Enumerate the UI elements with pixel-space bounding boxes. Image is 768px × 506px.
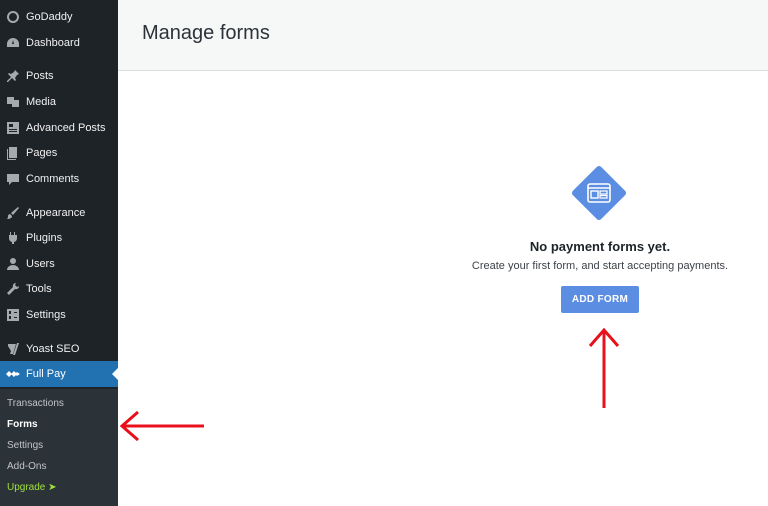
submenu-item-transactions[interactable]: Transactions [7, 398, 64, 409]
fullpay-icon [6, 367, 20, 381]
brush-icon [6, 206, 20, 220]
sidebar-item-users[interactable]: Users [0, 251, 118, 277]
sidebar-item-label: Users [26, 258, 55, 270]
sidebar-item-label: Comments [26, 173, 80, 185]
page-header: Manage forms [118, 0, 768, 71]
wrench-icon [6, 282, 20, 296]
sidebar-item-yoast-seo[interactable]: Yoast SEO [0, 336, 118, 362]
sidebar-item-label: GoDaddy [26, 11, 73, 23]
godaddy-logo-icon [6, 10, 20, 24]
sidebar-item-label: Yoast SEO [26, 343, 80, 355]
sidebar-item-label: Advanced Posts [26, 122, 106, 134]
sidebar-item-label: Dashboard [26, 37, 80, 49]
sidebar-item-plugins[interactable]: Plugins [0, 225, 118, 251]
pin-icon [6, 69, 20, 83]
submenu-item-add-ons[interactable]: Add-Ons [7, 461, 46, 472]
sidebar-item-tools[interactable]: Tools [0, 276, 118, 302]
dashboard-icon [6, 36, 20, 50]
sidebar-item-advanced-posts[interactable]: Advanced Posts [0, 115, 118, 141]
page-title: Manage forms [142, 22, 270, 44]
sidebar-item-full-pay[interactable]: Full Pay [0, 361, 118, 387]
settings-icon [6, 308, 20, 322]
sidebar-item-godaddy[interactable]: GoDaddy [0, 4, 118, 30]
form-icon [587, 183, 611, 203]
admin-sidebar: GoDaddy Dashboard Posts Media Advanced P… [0, 0, 118, 506]
submenu-item-forms[interactable]: Forms [7, 419, 38, 430]
sidebar-item-label: Appearance [26, 207, 86, 219]
sidebar-item-pages[interactable]: Pages [0, 140, 118, 166]
sidebar-item-dashboard[interactable]: Dashboard [0, 30, 118, 56]
yoast-icon [6, 342, 20, 356]
sidebar-item-settings[interactable]: Settings [0, 302, 118, 328]
advanced-posts-icon [6, 121, 20, 135]
sidebar-item-label: Posts [26, 70, 54, 82]
sidebar-item-comments[interactable]: Comments [0, 166, 118, 192]
sidebar-item-appearance[interactable]: Appearance [0, 200, 118, 226]
sidebar-item-label: Plugins [26, 232, 63, 244]
empty-state-subtitle: Create your first form, and start accept… [471, 260, 729, 272]
sidebar-item-label: Full Pay [26, 368, 66, 380]
empty-state-title: No payment forms yet. [529, 239, 671, 254]
add-form-button[interactable]: ADD FORM [561, 286, 639, 313]
sidebar-item-media[interactable]: Media [0, 89, 118, 115]
plugin-icon [6, 231, 20, 245]
submenu-item-upgrade[interactable]: Upgrade ➤ [7, 482, 57, 493]
submenu-item-settings[interactable]: Settings [7, 440, 43, 451]
comment-icon [6, 172, 20, 186]
user-icon [6, 257, 20, 271]
sidebar-item-label: Media [26, 96, 56, 108]
sidebar-item-label: Pages [26, 147, 58, 159]
pages-icon [6, 146, 20, 160]
sidebar-item-label: Settings [26, 309, 66, 321]
sidebar-item-posts[interactable]: Posts [0, 63, 118, 89]
sidebar-item-label: Tools [26, 283, 52, 295]
left-arrow-annotation [119, 410, 204, 442]
active-indicator [112, 368, 118, 380]
full-pay-submenu: Transactions Forms Settings Add-Ons Upgr… [0, 389, 118, 506]
up-arrow-annotation [588, 327, 620, 408]
media-icon [6, 95, 20, 109]
